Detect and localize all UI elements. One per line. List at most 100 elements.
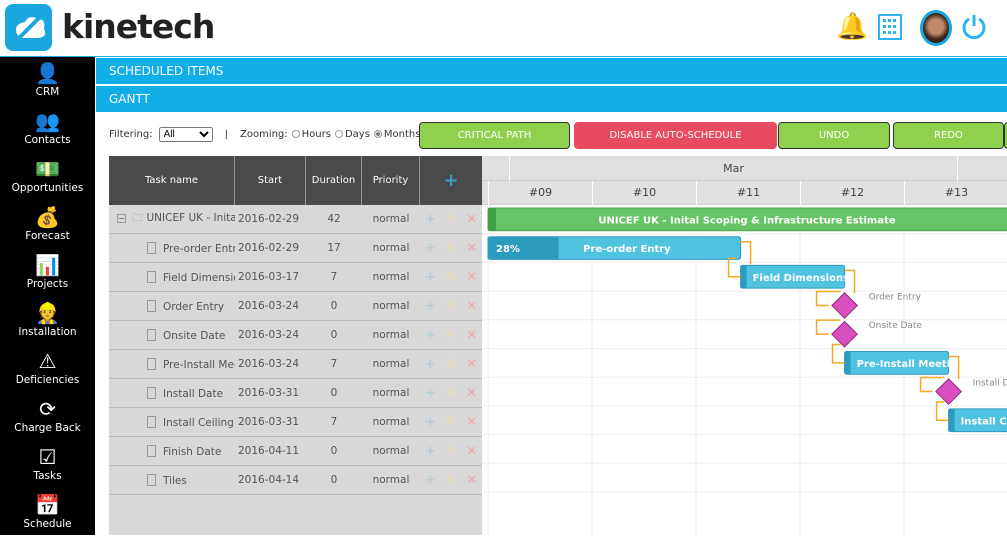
zoom-radio-months[interactable] <box>373 130 382 138</box>
bar-handle[interactable] <box>740 265 747 289</box>
undo-button[interactable]: UNDO <box>778 122 890 149</box>
avatar[interactable] <box>920 10 952 46</box>
add-subtask-icon[interactable]: + <box>425 444 436 459</box>
progress-label[interactable]: 28% <box>496 244 520 255</box>
dependency-link[interactable] <box>935 401 949 421</box>
table-row[interactable]: Onsite Date 2016-03-24 0 normal + ✎ ✕ <box>109 321 482 350</box>
delete-icon[interactable]: ✕ <box>466 415 477 430</box>
edit-icon[interactable]: ✎ <box>446 241 457 256</box>
sidebar-item-contacts[interactable]: 👥 Contacts <box>0 105 95 153</box>
table-row[interactable]: Field Dimensions 2016-03-17 7 normal + ✎ ✕ <box>109 263 482 292</box>
zoom-radio-hours[interactable] <box>291 130 300 138</box>
task-name[interactable]: Finish Date <box>163 446 221 458</box>
task-name[interactable]: UNICEF UK - Inital Scoping & Infrastruct… <box>147 212 236 224</box>
edit-icon[interactable]: ✎ <box>446 328 457 343</box>
table-row[interactable]: Install Date 2016-03-31 0 normal + ✎ ✕ <box>109 379 482 408</box>
add-subtask-icon[interactable]: + <box>425 357 436 372</box>
task-name[interactable]: Field Dimensions <box>163 272 235 284</box>
kinetech-logo[interactable] <box>5 4 52 51</box>
sidebar-item-forecast[interactable]: 💰 Forecast <box>0 201 95 249</box>
add-subtask-icon[interactable]: + <box>425 212 436 227</box>
add-subtask-icon[interactable]: + <box>425 473 436 488</box>
edit-icon[interactable]: ✎ <box>446 357 457 372</box>
table-row[interactable]: Finish Date 2016-04-11 0 normal + ✎ ✕ <box>109 437 482 466</box>
bar-label[interactable]: Pre-order Entry <box>583 244 671 255</box>
add-subtask-icon[interactable]: + <box>425 270 436 285</box>
delete-icon[interactable]: ✕ <box>466 473 477 488</box>
edit-icon[interactable]: ✎ <box>446 473 457 488</box>
power-icon[interactable] <box>961 13 987 43</box>
section-scheduled-items[interactable]: SCHEDULED ITEMS <box>96 58 1007 85</box>
delete-icon[interactable]: ✕ <box>466 386 477 401</box>
task-name[interactable]: Pre-Install Meeting <box>163 359 235 371</box>
add-subtask-icon[interactable]: + <box>425 415 436 430</box>
dependency-link[interactable] <box>831 343 845 364</box>
bar-handle[interactable] <box>948 408 955 432</box>
milestone-diamond[interactable] <box>831 320 859 348</box>
filter-select[interactable]: All <box>158 126 213 142</box>
building-icon[interactable] <box>878 14 902 44</box>
table-row[interactable]: Order Entry 2016-03-24 0 normal + ✎ ✕ <box>109 292 482 321</box>
milestone-label[interactable]: Onsite Date <box>869 321 923 331</box>
add-subtask-icon[interactable]: + <box>425 299 436 314</box>
delete-icon[interactable]: ✕ <box>466 299 477 314</box>
sidebar-item-crm[interactable]: 👤 CRM <box>0 57 95 105</box>
table-row[interactable]: Pre-order Entry 2016-02-29 17 normal + ✎ ✕ <box>109 234 482 263</box>
edit-icon[interactable]: ✎ <box>446 386 457 401</box>
add-subtask-icon[interactable]: + <box>425 386 436 401</box>
collapse-icon[interactable]: − <box>117 214 126 223</box>
delete-icon[interactable]: ✕ <box>466 270 477 285</box>
table-row[interactable]: −🗀 UNICEF UK - Inital Scoping & Infrastru… <box>109 205 482 234</box>
sidebar-item-installation[interactable]: 👷 Installation <box>0 297 95 345</box>
redo-button[interactable]: REDO <box>893 122 1004 149</box>
add-task-button[interactable]: + <box>420 156 482 205</box>
disable-auto-schedule-button[interactable]: DISABLE AUTO-SCHEDULE <box>574 122 777 149</box>
table-row[interactable]: Install Ceiling Tiles 2016-03-31 7 norma… <box>109 408 482 437</box>
task-name[interactable]: Pre-order Entry <box>163 243 235 255</box>
sidebar-item-deficiencies[interactable]: ⚠ Deficiencies <box>0 345 95 393</box>
bar-label[interactable]: Pre-Install Meeting <box>857 359 965 370</box>
milestone-label[interactable]: Install Date <box>973 379 1007 389</box>
delete-icon[interactable]: ✕ <box>466 241 477 256</box>
delete-icon[interactable]: ✕ <box>466 444 477 459</box>
table-row[interactable]: Tiles 2016-04-14 0 normal + ✎ ✕ <box>109 466 482 495</box>
column-task-name[interactable]: Task name <box>109 156 235 205</box>
delete-icon[interactable]: ✕ <box>466 328 477 343</box>
task-name[interactable]: Onsite Date <box>163 330 225 342</box>
task-name[interactable]: Tiles <box>163 475 187 487</box>
column-start[interactable]: Start <box>235 156 306 205</box>
task-name[interactable]: Install Date <box>163 388 223 400</box>
bar-handle[interactable] <box>844 351 851 375</box>
sidebar-item-charge-back[interactable]: ⟳ Charge Back <box>0 393 95 441</box>
dependency-link[interactable] <box>740 240 752 265</box>
delete-icon[interactable]: ✕ <box>466 212 477 227</box>
milestone-diamond[interactable] <box>831 292 859 319</box>
milestone-label[interactable]: Order Entry <box>869 292 922 302</box>
edit-icon[interactable]: ✎ <box>446 444 457 459</box>
bar-label[interactable]: Field Dimensions <box>753 273 850 284</box>
bar-label[interactable]: Install Ceiling Tiles <box>961 416 1007 427</box>
milestone-diamond[interactable] <box>935 378 963 405</box>
edit-icon[interactable]: ✎ <box>446 212 457 227</box>
edit-icon[interactable]: ✎ <box>446 415 457 430</box>
zoom-radio-days[interactable] <box>334 130 343 138</box>
sidebar-item-opportunities[interactable]: 💵 Opportunities <box>0 153 95 201</box>
table-row[interactable]: Pre-Install Meeting 2016-03-24 7 normal … <box>109 350 482 379</box>
delete-icon[interactable]: ✕ <box>466 357 477 372</box>
bar-handle[interactable] <box>488 208 496 231</box>
add-subtask-icon[interactable]: + <box>425 241 436 256</box>
edit-icon[interactable]: ✎ <box>446 270 457 285</box>
add-subtask-icon[interactable]: + <box>425 328 436 343</box>
edit-icon[interactable]: ✎ <box>446 299 457 314</box>
column-duration[interactable]: Duration <box>306 156 362 205</box>
sidebar-item-projects[interactable]: 📊 Projects <box>0 249 95 297</box>
dependency-link[interactable] <box>727 257 741 278</box>
sidebar-item-schedule[interactable]: 📅 Schedule <box>0 489 95 537</box>
section-gantt[interactable]: GANTT <box>96 86 1007 113</box>
bell-icon[interactable]: 🔔 <box>836 12 868 42</box>
critical-path-button[interactable]: CRITICAL PATH <box>419 122 570 149</box>
column-priority[interactable]: Priority <box>362 156 420 205</box>
task-name[interactable]: Install Ceiling Tiles <box>163 417 235 429</box>
sidebar-item-tasks[interactable]: ☑ Tasks <box>0 441 95 489</box>
bar-label[interactable]: UNICEF UK - Inital Scoping & Infrastruct… <box>598 215 896 226</box>
